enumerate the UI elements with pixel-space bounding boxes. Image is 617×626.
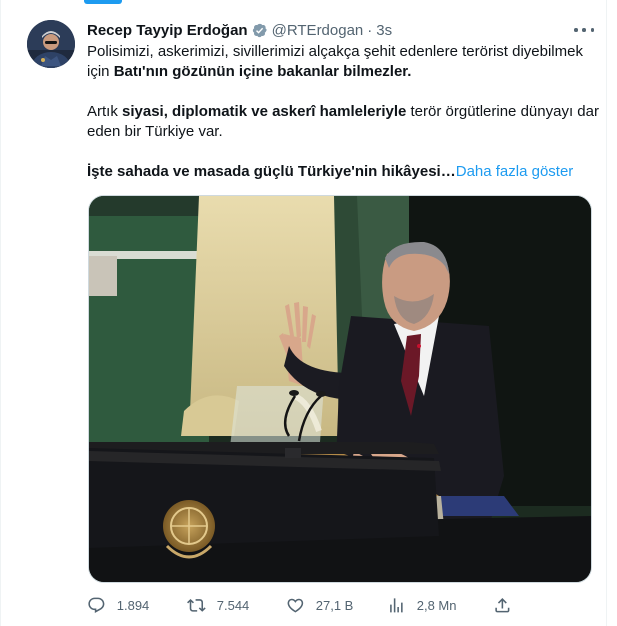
repost-button[interactable]: 7.544 <box>187 596 249 615</box>
author-handle[interactable]: @RTErdogan <box>272 22 364 39</box>
tweet-text-line1-bold: Batı'nın gözünün içine bakanlar bilmezle… <box>113 63 412 80</box>
like-button[interactable]: 27,1 B <box>286 596 353 615</box>
tweet-actions: 1.894 7.544 27,1 B 2,8 Mn <box>87 596 595 616</box>
reply-icon <box>88 597 105 613</box>
avatar[interactable] <box>27 20 75 68</box>
tweet[interactable]: Recep Tayyip Erdoğan @RTErdogan · 3s Pol… <box>0 0 607 626</box>
author-name[interactable]: Recep Tayyip Erdoğan <box>87 22 248 39</box>
verified-badge-icon <box>252 23 267 37</box>
tweet-text: Polisimizi, askerimizi, sivillerimizi al… <box>87 42 602 182</box>
tweet-text-p2-start: Artık <box>87 103 118 120</box>
views-button[interactable]: 2,8 Mn <box>387 596 457 615</box>
more-icon[interactable] <box>574 22 594 38</box>
repost-count: 7.544 <box>216 597 250 613</box>
tweet-photo[interactable] <box>88 195 592 583</box>
show-more-link[interactable]: Daha fazla göster <box>456 163 574 180</box>
like-icon <box>287 598 304 613</box>
tweet-timestamp[interactable]: 3s <box>376 22 392 39</box>
like-count: 27,1 B <box>315 597 354 613</box>
share-icon <box>495 598 510 613</box>
repost-icon <box>187 599 206 612</box>
views-icon <box>390 598 403 613</box>
reply-count: 1.894 <box>116 597 150 613</box>
tweet-header: Recep Tayyip Erdoğan @RTErdogan · 3s <box>87 20 392 40</box>
share-button[interactable] <box>493 596 523 615</box>
views-count: 2,8 Mn <box>416 597 457 613</box>
tweet-text-p3-bold: İşte sahada ve masada güçlü Türkiye'nin … <box>87 163 456 180</box>
reply-button[interactable]: 1.894 <box>87 596 149 615</box>
separator: · <box>367 21 373 39</box>
tweet-text-p2-bold: siyasi, diplomatik ve askerî hamleleriyl… <box>122 103 407 120</box>
